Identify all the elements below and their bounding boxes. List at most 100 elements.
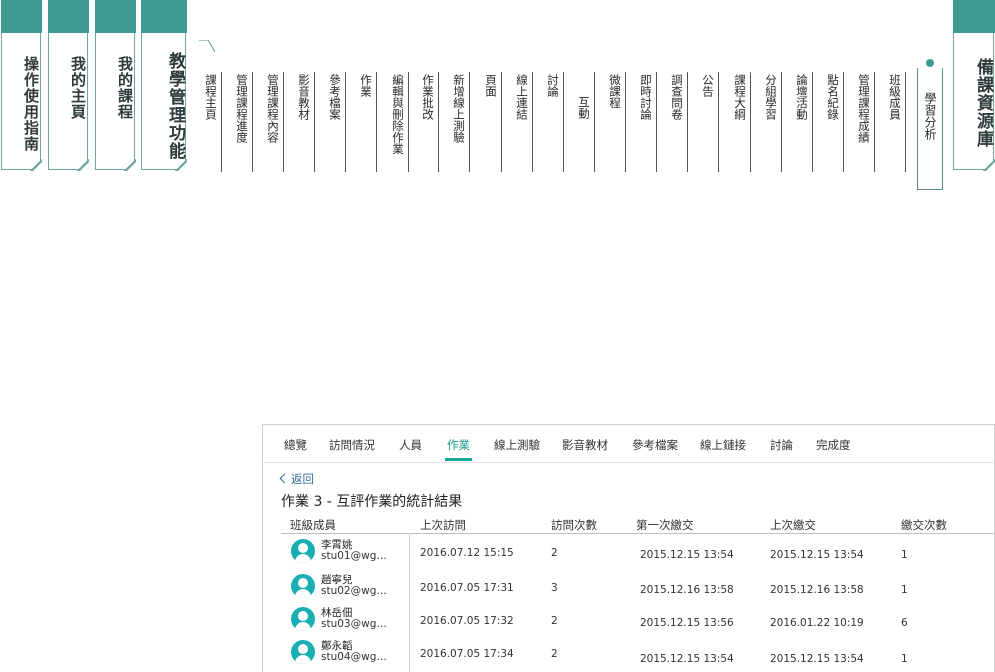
header-divider <box>281 533 994 534</box>
column-header-last-submit[interactable]: 上次繳交 <box>770 517 816 533</box>
first-submit-cell: 2015.12.15 13:56 <box>640 617 734 629</box>
submenu-reference-files[interactable]: 參考檔案 <box>328 72 346 172</box>
panel-tab-visits[interactable]: 訪問情況 <box>329 437 375 453</box>
submenu-course-progress[interactable]: 管理課程進度 <box>235 72 253 172</box>
submenu-label: 即時討論 <box>639 74 653 120</box>
submenu-label: 課程主頁 <box>204 74 218 120</box>
last-visit-cell: 2016.07.05 17:34 <box>420 648 514 660</box>
submenu-label: 影音教材 <box>297 74 311 120</box>
member-email: stu01@wg… <box>321 550 387 562</box>
submenu-forum[interactable]: 論壇活動 <box>795 72 813 172</box>
column-header-last-visit[interactable]: 上次訪問 <box>420 517 466 533</box>
submenu-grades[interactable]: 管理課程成績 <box>857 72 875 172</box>
submenu-video-materials[interactable]: 影音教材 <box>297 72 315 172</box>
visit-count-cell: 2 <box>551 615 558 627</box>
tab-my-courses[interactable]: 我的課程 <box>94 0 136 171</box>
submenu-syllabus[interactable]: 課程大綱 <box>733 72 751 172</box>
tab-label: 備課資源庫 <box>973 58 993 148</box>
tab-lesson-resources[interactable]: 備課資源庫 <box>952 0 995 171</box>
submenu-label: 作業 <box>359 74 373 97</box>
submenu-members[interactable]: 班級成員 <box>888 72 906 172</box>
submenu-group-learning[interactable]: 分組學習 <box>764 72 782 172</box>
panel-tab-files[interactable]: 參考檔案 <box>632 437 678 453</box>
tab-corner <box>174 158 187 171</box>
page-title: 作業 3 - 互評作業的統計結果 <box>281 494 463 510</box>
statistics-panel: 總覽 訪問情況 人員 作業 線上測驗 影音教材 參考檔案 線上鏈接 討論 完成度… <box>262 424 995 672</box>
submenu-discussion[interactable]: 討論 <box>546 72 564 172</box>
submenu-edit-delete-assignments[interactable]: 編輯與刪除作業 <box>391 72 409 172</box>
submenu-label: 討論 <box>546 74 560 97</box>
tab-label: 我的主頁 <box>69 56 87 120</box>
panel-tab-people[interactable]: 人員 <box>399 437 422 453</box>
avatar <box>291 640 315 664</box>
panel-tab-assignments[interactable]: 作業 <box>445 437 472 461</box>
tab-label: 我的課程 <box>116 56 134 120</box>
submenu-label: 公告 <box>701 74 715 97</box>
member-email: stu02@wg… <box>321 585 387 597</box>
avatar <box>291 574 315 598</box>
submenu-learning-analytics[interactable]: 學習分析 <box>917 68 943 190</box>
submenu-add-quiz[interactable]: 新增線上測驗 <box>452 72 470 172</box>
panel-tab-overview[interactable]: 總覽 <box>284 437 307 453</box>
submit-count-cell: 1 <box>901 584 908 596</box>
tab-label: 教學管理功能 <box>165 52 185 160</box>
panel-tab-discussions[interactable]: 討論 <box>770 437 793 453</box>
visit-count-cell: 2 <box>551 547 558 559</box>
submenu-course-home[interactable]: 課程主頁 <box>204 72 222 172</box>
submenu-interaction[interactable]: 互動 <box>577 72 595 172</box>
panel-tab-completion[interactable]: 完成度 <box>816 437 851 453</box>
active-indicator-dot <box>926 59 934 67</box>
avatar <box>291 539 315 563</box>
table-row[interactable]: 李霄姚 stu01@wg… 2016.07.12 15:15 2 2015.12… <box>263 535 994 570</box>
submenu-label: 管理課程進度 <box>235 74 249 143</box>
tab-corner <box>29 158 42 171</box>
submenu-course-content[interactable]: 管理課程內容 <box>266 72 284 172</box>
tab-my-home[interactable]: 我的主頁 <box>47 0 89 171</box>
first-submit-cell: 2015.12.15 13:54 <box>640 549 734 561</box>
submenu-label: 頁面 <box>484 74 498 97</box>
table-row[interactable]: 林岳佃 stu03@wg… 2016.07.05 17:32 2 2015.12… <box>263 603 994 638</box>
submenu-announcements[interactable]: 公告 <box>701 72 719 172</box>
last-visit-cell: 2016.07.05 17:32 <box>420 615 514 627</box>
submenu-label: 作業批改 <box>421 74 435 120</box>
last-submit-cell: 2015.12.15 13:54 <box>770 653 864 665</box>
column-header-first-submit[interactable]: 第一次繳交 <box>636 517 694 533</box>
table-row[interactable]: 趙寧兒 stu02@wg… 2016.07.05 17:31 3 2015.12… <box>263 570 994 605</box>
submenu-live-discussion[interactable]: 即時討論 <box>639 72 657 172</box>
submenu-label: 點名紀錄 <box>826 74 840 120</box>
chevron-left-icon <box>279 473 290 484</box>
last-submit-cell: 2015.12.15 13:54 <box>770 549 864 561</box>
submenu-label: 課程大綱 <box>733 74 747 120</box>
tab-corner <box>982 158 995 171</box>
panel-tab-links[interactable]: 線上鏈接 <box>700 437 746 453</box>
tab-cap <box>952 0 995 33</box>
submenu-assignments[interactable]: 作業 <box>359 72 377 172</box>
submenu-survey[interactable]: 調查問卷 <box>670 72 688 172</box>
column-header-submit-count[interactable]: 繳交次數 <box>901 517 947 533</box>
avatar-head <box>298 543 308 553</box>
avatar-head <box>298 578 308 588</box>
submenu-attendance[interactable]: 點名紀錄 <box>826 72 844 172</box>
panel-tab-videos[interactable]: 影音教材 <box>562 437 608 453</box>
tab-cap <box>47 0 89 33</box>
tab-user-guide[interactable]: 操作使用指南 <box>0 0 42 171</box>
column-header-visit-count[interactable]: 訪問次數 <box>551 517 597 533</box>
column-header-member[interactable]: 班級成員 <box>290 517 336 533</box>
table-row[interactable]: 鄭永韜 stu04@wg… 2016.07.05 17:34 2 2015.12… <box>263 636 994 671</box>
submit-count-cell: 6 <box>901 617 908 629</box>
avatar-head <box>298 644 308 654</box>
last-submit-cell: 2015.12.16 13:58 <box>770 584 864 596</box>
submenu-label: 管理課程內容 <box>266 74 280 143</box>
visit-count-cell: 2 <box>551 648 558 660</box>
last-visit-cell: 2016.07.05 17:31 <box>420 582 514 594</box>
panel-tab-bar: 總覽 訪問情況 人員 作業 線上測驗 影音教材 參考檔案 線上鏈接 討論 完成度 <box>263 425 994 463</box>
submenu-links[interactable]: 線上連結 <box>515 72 533 172</box>
submenu-micro-course[interactable]: 微課程 <box>608 72 626 172</box>
submenu-pages[interactable]: 頁面 <box>484 72 502 172</box>
panel-tab-quizzes[interactable]: 線上測驗 <box>494 437 540 453</box>
back-link[interactable]: 返回 <box>279 471 314 487</box>
tab-teaching-management[interactable]: 教學管理功能 <box>140 0 187 171</box>
submenu-label: 班級成員 <box>888 74 902 120</box>
submenu-label: 分組學習 <box>764 74 778 120</box>
submenu-grading[interactable]: 作業批改 <box>421 72 439 172</box>
